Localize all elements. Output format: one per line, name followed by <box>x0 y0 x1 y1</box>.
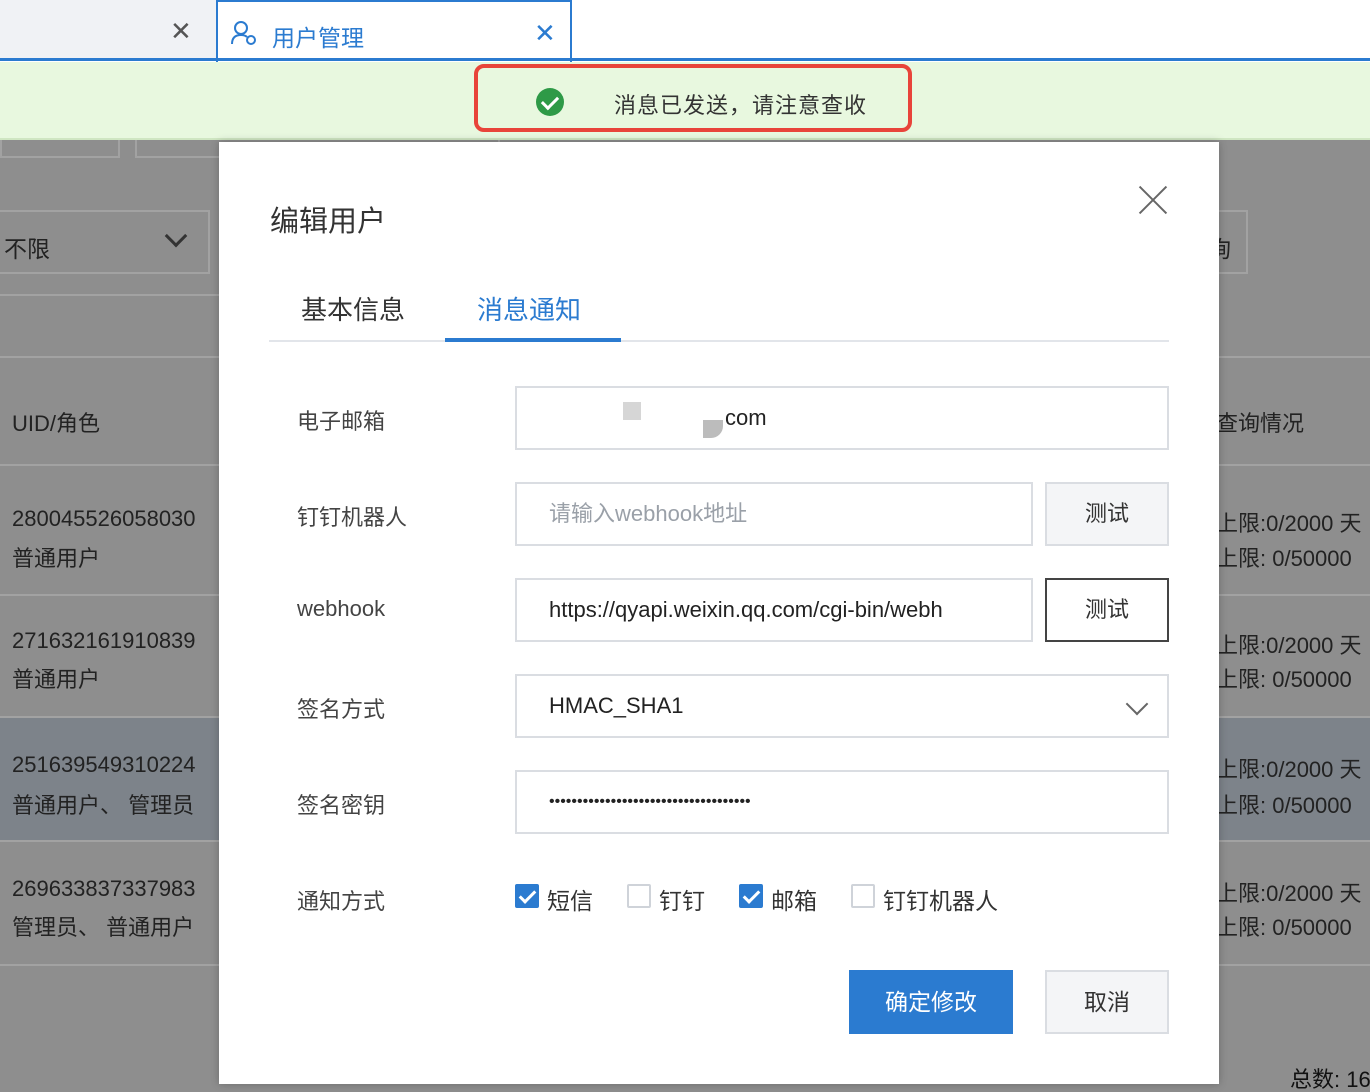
row-role: 普通用户 <box>12 546 101 571</box>
checkbox-email-label[interactable]: 邮箱 <box>771 882 817 916</box>
cancel-button[interactable]: 取消 <box>1045 970 1169 1034</box>
tab-bar-divider <box>0 58 1370 61</box>
webhook-label: webhook <box>297 596 386 621</box>
column-header-query: 查询情况 <box>1216 411 1305 436</box>
chevron-down-icon <box>1125 692 1149 716</box>
user-settings-icon <box>230 20 258 51</box>
row-query-daily: 上限:0/2000 天 <box>1216 757 1362 782</box>
sign-secret-input[interactable]: •••••••••••••••••••••••••••••••••••• <box>515 770 1169 834</box>
checkbox-dingtalk-robot-label[interactable]: 钉钉机器人 <box>883 882 998 916</box>
row-query-total: 上限: 0/50000 <box>1216 546 1352 571</box>
dingtalk-webhook-input[interactable]: 请输入webhook地址 <box>515 482 1033 546</box>
filter-value: 不限 <box>4 236 50 262</box>
confirm-edit-button[interactable]: 确定修改 <box>849 970 1013 1034</box>
redacted-block <box>623 402 641 420</box>
tab-bar: ✕ 用户管理 ✕ <box>0 0 1370 62</box>
tab-previous[interactable]: ✕ <box>0 0 216 60</box>
success-check-icon <box>536 88 564 116</box>
email-value: com <box>725 405 767 430</box>
checkbox-sms-label[interactable]: 短信 <box>547 882 593 916</box>
divider <box>0 294 220 296</box>
close-icon[interactable]: ✕ <box>170 16 192 47</box>
dingtalk-robot-label: 钉钉机器人 <box>297 505 408 530</box>
close-icon[interactable] <box>1137 184 1169 216</box>
background-control <box>0 140 120 158</box>
checkbox-dingtalk-label[interactable]: 钉钉 <box>659 882 705 916</box>
row-query-daily: 上限:0/2000 天 <box>1216 633 1362 658</box>
row-role: 普通用户、 管理员 <box>12 793 195 818</box>
checkbox-email[interactable] <box>739 884 763 908</box>
dingtalk-test-button[interactable]: 测试 <box>1045 482 1169 546</box>
webhook-input[interactable]: https://qyapi.weixin.qq.com/cgi-bin/webh <box>515 578 1033 642</box>
checkbox-dingtalk-robot[interactable] <box>851 884 875 908</box>
row-query-total: 上限: 0/50000 <box>1216 793 1352 818</box>
row-uid: 251639549310224 <box>12 752 196 777</box>
sign-method-label: 签名方式 <box>297 697 386 722</box>
row-uid: 269633837337983 <box>12 876 196 901</box>
active-tab-indicator <box>445 338 621 342</box>
row-query-total: 上限: 0/50000 <box>1216 915 1352 940</box>
email-label: 电子邮箱 <box>297 409 386 434</box>
row-uid: 280045526058030 <box>12 506 196 531</box>
checkbox-sms[interactable] <box>515 884 539 908</box>
redacted-block <box>703 420 723 438</box>
total-count: 总数: 16 <box>1290 1067 1370 1092</box>
webhook-test-button[interactable]: 测试 <box>1045 578 1169 642</box>
row-role: 普通用户 <box>12 667 101 692</box>
dialog-title: 编辑用户 <box>270 206 387 238</box>
tab-user-management[interactable]: 用户管理 ✕ <box>216 0 572 62</box>
tab-message-notification[interactable]: 消息通知 <box>477 290 581 327</box>
chevron-down-icon <box>164 224 188 248</box>
toast-message: 消息已发送，请注意查收 <box>614 93 868 118</box>
column-header-uid-role: UID/角色 <box>12 411 101 436</box>
tab-label: 用户管理 <box>272 25 364 51</box>
close-icon[interactable]: ✕ <box>534 18 556 49</box>
sign-secret-label: 签名密钥 <box>297 793 386 818</box>
sign-method-select[interactable]: HMAC_SHA1 <box>515 674 1169 738</box>
row-query-daily: 上限:0/2000 天 <box>1216 511 1362 536</box>
background-filter-select: 不限 <box>0 210 210 274</box>
row-query-daily: 上限:0/2000 天 <box>1216 881 1362 906</box>
notify-method-label: 通知方式 <box>297 889 386 914</box>
email-field[interactable]: com <box>515 386 1169 450</box>
checkbox-dingtalk[interactable] <box>627 884 651 908</box>
sign-method-value: HMAC_SHA1 <box>549 693 684 718</box>
row-query-total: 上限: 0/50000 <box>1216 667 1352 692</box>
tabs-divider <box>269 340 1169 342</box>
tab-basic-info[interactable]: 基本信息 <box>301 290 405 327</box>
edit-user-dialog: 编辑用户 基本信息 消息通知 电子邮箱 com 钉钉机器人 请输入webhook… <box>219 142 1219 1084</box>
row-uid: 271632161910839 <box>12 628 196 653</box>
row-role: 管理员、 普通用户 <box>12 915 195 940</box>
